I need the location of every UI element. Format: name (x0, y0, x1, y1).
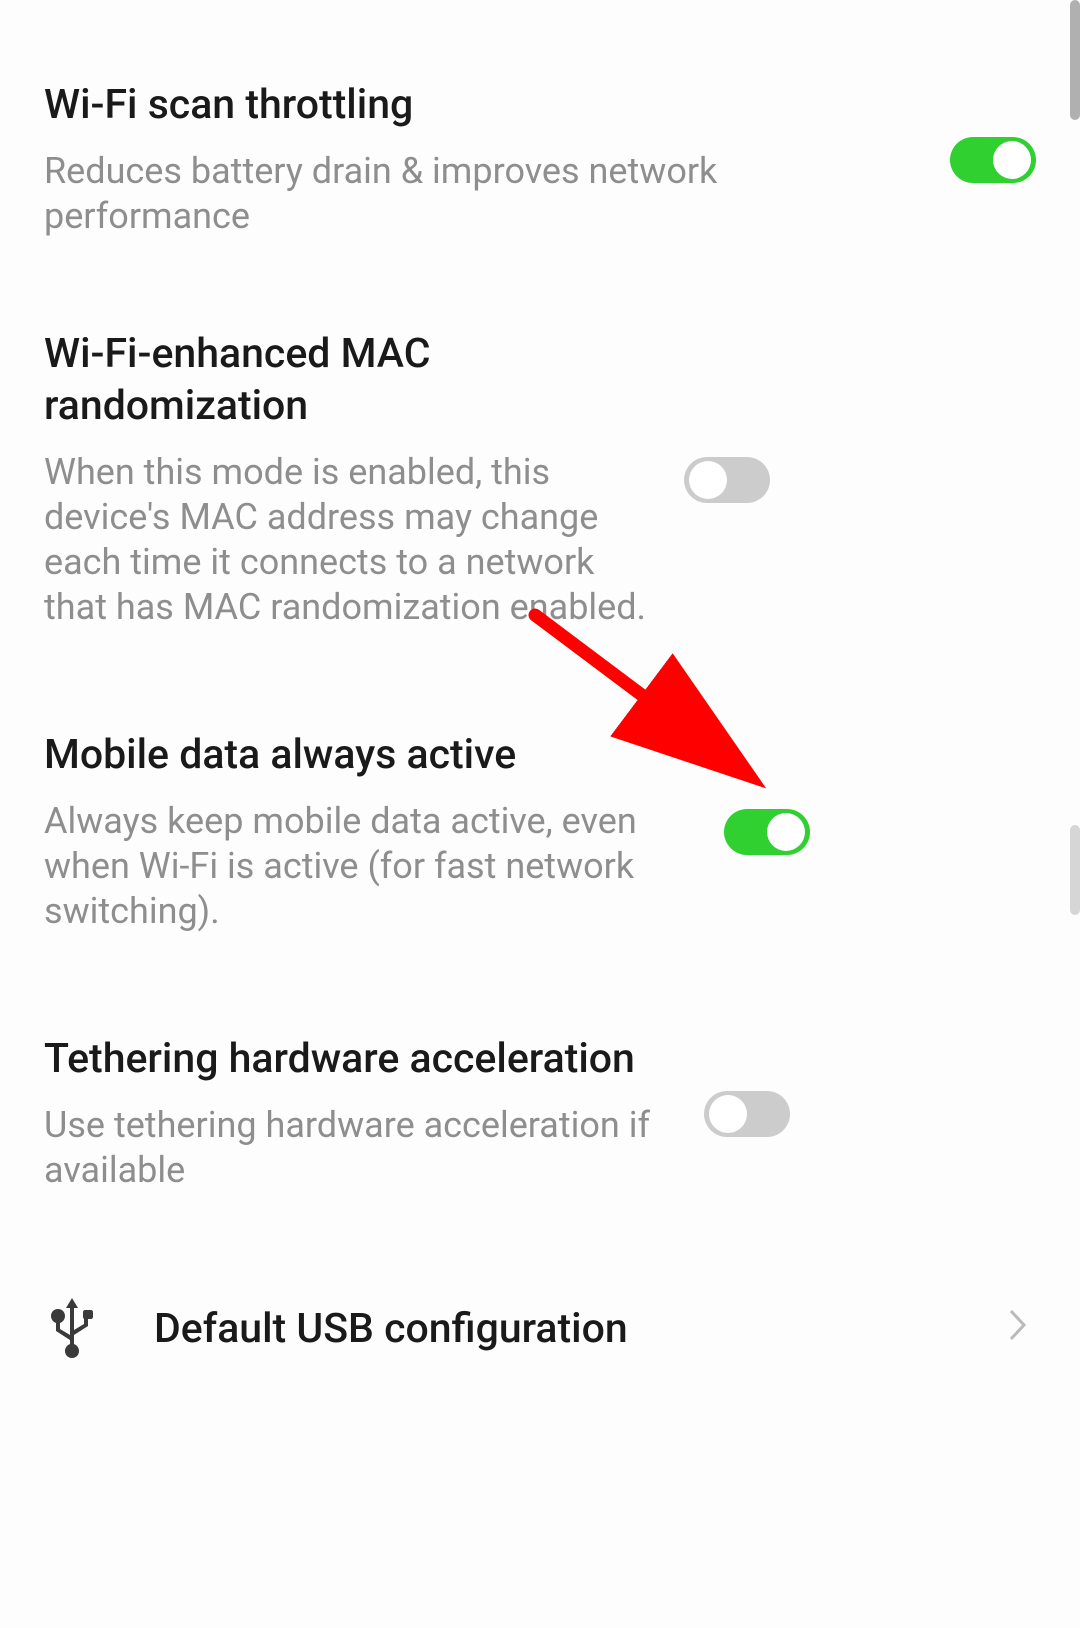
setting-description: Use tethering hardware acceleration if a… (44, 1103, 674, 1193)
setting-description: Reduces battery drain & improves network… (44, 149, 920, 239)
setting-title: Tethering hardware acceleration (44, 1034, 674, 1085)
setting-description: Always keep mobile data active, even whe… (44, 799, 694, 934)
setting-text: Tethering hardware acceleration Use teth… (44, 1034, 704, 1193)
toggle-tethering-hw-accel[interactable] (704, 1091, 790, 1137)
setting-title: Wi-Fi-enhanced MAC randomization (44, 329, 654, 432)
setting-tethering-hw-accel[interactable]: Tethering hardware acceleration Use teth… (44, 1004, 1036, 1253)
toggle-wifi-scan-throttling[interactable] (950, 137, 1036, 183)
setting-description: When this mode is enabled, this device's… (44, 450, 654, 630)
chevron-right-icon (1008, 1308, 1036, 1351)
nav-label: Default USB configuration (99, 1305, 1008, 1353)
scrollbar-thumb[interactable] (1070, 0, 1080, 120)
usb-icon (44, 1298, 99, 1360)
toggle-wifi-mac-randomization[interactable] (684, 457, 770, 503)
setting-title: Mobile data always active (44, 730, 694, 781)
scrollbar-thumb[interactable] (1070, 825, 1080, 915)
toggle-mobile-data-always-active[interactable] (724, 809, 810, 855)
setting-text: Mobile data always active Always keep mo… (44, 730, 724, 934)
nav-default-usb-configuration[interactable]: Default USB configuration (44, 1253, 1036, 1405)
setting-mobile-data-always-active[interactable]: Mobile data always active Always keep mo… (44, 700, 1036, 1004)
setting-text: Wi-Fi-enhanced MAC randomization When th… (44, 329, 684, 630)
setting-title: Wi-Fi scan throttling (44, 80, 920, 131)
setting-text: Wi-Fi scan throttling Reduces battery dr… (44, 80, 950, 239)
settings-list: Wi-Fi scan throttling Reduces battery dr… (0, 0, 1080, 1405)
setting-wifi-scan-throttling[interactable]: Wi-Fi scan throttling Reduces battery dr… (44, 50, 1036, 299)
setting-wifi-mac-randomization[interactable]: Wi-Fi-enhanced MAC randomization When th… (44, 299, 1036, 700)
